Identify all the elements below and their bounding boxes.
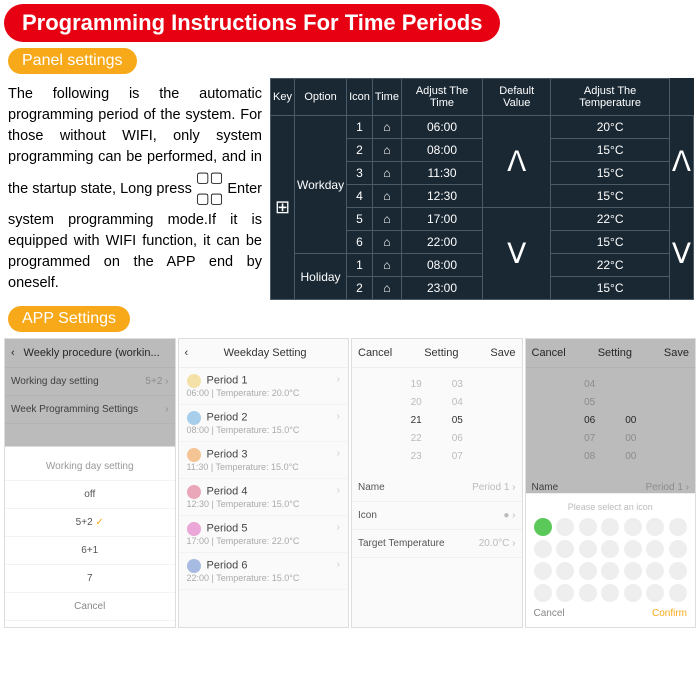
icon-option[interactable] (556, 518, 574, 536)
icon-option[interactable] (601, 584, 619, 602)
grid-icon: ▢▢▢▢ (196, 168, 223, 210)
period-row[interactable]: Period 3›11:30 | Temperature: 15.0°C (179, 442, 349, 479)
week-programming-row[interactable]: Week Programming Settings› (5, 396, 175, 424)
target-temp-row[interactable]: Target Temperature20.0°C › (352, 530, 522, 558)
icon-option[interactable] (579, 562, 597, 580)
icon-option[interactable] (669, 518, 687, 536)
working-day-setting-row[interactable]: Working day setting5+2 › (5, 368, 175, 396)
time-up-icon: ᐱ (483, 116, 551, 208)
app-screen-weekly: ‹Weekly procedure (workin... Working day… (4, 338, 176, 628)
icon-option[interactable] (624, 584, 642, 602)
key-icon: ⊞ (271, 116, 295, 300)
period-row[interactable]: Period 5›17:00 | Temperature: 22.0°C (179, 516, 349, 553)
icon-option[interactable] (669, 584, 687, 602)
option-5-2[interactable]: 5+2 ✓ (5, 509, 175, 537)
app-settings-label: APP Settings (8, 306, 130, 332)
icon-option[interactable] (601, 562, 619, 580)
icon-option[interactable] (534, 540, 552, 558)
icon-option[interactable] (556, 540, 574, 558)
icon-option[interactable] (534, 562, 552, 580)
icon-option[interactable] (579, 518, 597, 536)
icon-option[interactable] (579, 584, 597, 602)
icon-picker-sheet: Please select an icon CancelConfirm (526, 493, 696, 627)
period-row[interactable]: Period 6›22:00 | Temperature: 15.0°C (179, 553, 349, 590)
check-icon: ✓ (95, 517, 103, 528)
period-row[interactable]: Period 2›08:00 | Temperature: 15.0°C (179, 405, 349, 442)
app-screen-setting: CancelSettingSave 1920212223 0304050607 … (351, 338, 523, 628)
working-day-sheet: Working day setting off 5+2 ✓ 6+1 7 Canc… (5, 446, 175, 627)
cancel-button[interactable]: Cancel (358, 347, 392, 359)
picker-cancel[interactable]: Cancel (534, 608, 565, 619)
name-row[interactable]: NamePeriod 1 › (352, 474, 522, 502)
icon-option[interactable] (579, 540, 597, 558)
option-6-1[interactable]: 6+1 (5, 537, 175, 565)
temp-down-icon: ᐯ (669, 208, 693, 300)
period-row[interactable]: Period 4›12:30 | Temperature: 15.0°C (179, 479, 349, 516)
icon-option[interactable] (646, 584, 664, 602)
icon-option[interactable] (646, 562, 664, 580)
save-button[interactable]: Save (664, 347, 689, 359)
icon-option[interactable] (646, 540, 664, 558)
time-down-icon: ᐯ (483, 208, 551, 300)
option-off[interactable]: off (5, 481, 175, 509)
period-row[interactable]: Period 1›06:00 | Temperature: 20.0°C (179, 368, 349, 405)
icon-option[interactable] (601, 518, 619, 536)
option-7[interactable]: 7 (5, 565, 175, 593)
icon-option[interactable] (624, 518, 642, 536)
icon-option[interactable] (624, 540, 642, 558)
icon-option[interactable] (624, 562, 642, 580)
programming-table: KeyOptionIconTimeAdjust The TimeDefault … (270, 78, 694, 300)
time-picker[interactable]: 1920212223 0304050607 (352, 368, 522, 474)
icon-option[interactable] (534, 584, 552, 602)
main-title: Programming Instructions For Time Period… (4, 4, 500, 42)
save-button[interactable]: Save (490, 347, 515, 359)
description-text: The following is the automatic programmi… (0, 78, 270, 300)
icon-option[interactable] (601, 540, 619, 558)
icon-option[interactable] (556, 584, 574, 602)
icon-option[interactable] (556, 562, 574, 580)
cancel-button[interactable]: Cancel (5, 593, 175, 621)
icon-option[interactable] (646, 518, 664, 536)
picker-confirm[interactable]: Confirm (652, 608, 687, 619)
icon-option[interactable] (534, 518, 552, 536)
app-screen-weekday: ‹Weekday Setting Period 1›06:00 | Temper… (178, 338, 350, 628)
cancel-button[interactable]: Cancel (532, 347, 566, 359)
icon-option[interactable] (669, 562, 687, 580)
icon-option[interactable] (669, 540, 687, 558)
app-screen-icon-picker: CancelSettingSave 0405060708000000 NameP… (525, 338, 697, 628)
icon-row[interactable]: Icon● › (352, 502, 522, 530)
temp-up-icon: ᐱ (669, 116, 693, 208)
panel-settings-label: Panel settings (8, 48, 137, 74)
